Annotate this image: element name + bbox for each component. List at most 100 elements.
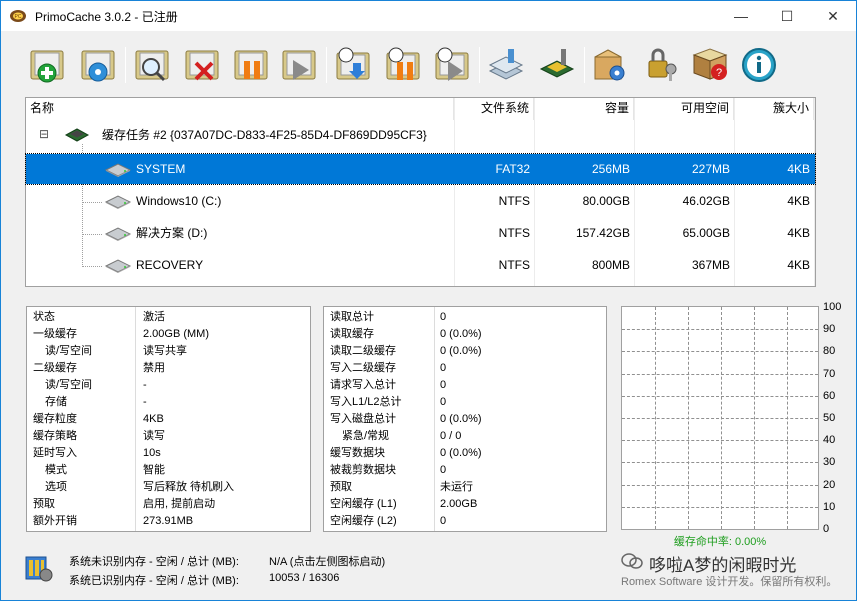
graph-gridline xyxy=(622,506,818,508)
graph-gridline xyxy=(622,462,818,464)
load-cache-button[interactable] xyxy=(333,45,373,85)
package-settings-button[interactable] xyxy=(589,45,629,85)
title-bar[interactable]: PC PrimoCache 3.0.2 - 已注册 — ☐ ✕ xyxy=(1,1,856,31)
resume-task-button[interactable] xyxy=(279,45,319,85)
stat-row: 读取总计 0 xyxy=(324,309,606,326)
stat-label: 读取总计 xyxy=(330,311,374,323)
drive-filesystem: NTFS xyxy=(498,258,530,272)
statistics-button[interactable] xyxy=(132,45,172,85)
load-cache-icon xyxy=(336,47,370,80)
pause-task-button[interactable] xyxy=(231,45,271,85)
y-tick-label: 10 xyxy=(823,500,836,513)
info-icon xyxy=(742,48,776,82)
stat-row: 写入磁盘总计 0 (0.0%) xyxy=(324,411,606,428)
stat-value: 未运行 xyxy=(440,481,473,493)
keys-button[interactable] xyxy=(641,45,681,85)
tree-header: 名称 文件系统 容量 可用空间 簇大小 xyxy=(26,98,815,120)
graph-gridline xyxy=(787,307,788,529)
graph-gridline xyxy=(622,418,818,419)
graph-gridline xyxy=(688,307,689,529)
maximize-button[interactable]: ☐ xyxy=(764,1,810,31)
stat-row: 读取缓存 0 (0.0%) xyxy=(324,326,606,343)
stat-label: 状态 xyxy=(33,311,55,323)
pause-all-icon xyxy=(386,47,420,80)
drive-row[interactable]: 解决方案 (D:) NTFS 157.42GB 65.00GB 4KB xyxy=(26,218,815,248)
stat-row: 被裁剪数据块 0 xyxy=(324,462,606,479)
minimize-button[interactable]: — xyxy=(718,1,764,31)
keys-icon xyxy=(648,48,677,81)
stat-label: 被裁剪数据块 xyxy=(330,464,396,476)
hit-rate-label: 缓存命中率: 0.00% xyxy=(673,536,767,548)
cache-settings-button[interactable] xyxy=(78,45,118,85)
stat-value: 0 (0.0%) xyxy=(440,345,482,357)
column-header-name[interactable]: 名称 xyxy=(26,98,454,120)
drive-cluster-size: 4KB xyxy=(787,226,810,240)
chip-tools-icon xyxy=(539,49,575,78)
stat-value: 智能 xyxy=(143,464,165,476)
stat-label: 延时写入 xyxy=(33,447,77,459)
stat-row: 存储 - xyxy=(27,394,310,411)
resume-all-icon xyxy=(435,47,469,81)
pause-all-button[interactable] xyxy=(383,45,423,85)
y-tick-label: 40 xyxy=(823,434,836,447)
stat-row: 模式 智能 xyxy=(27,462,310,479)
drive-row[interactable]: RECOVERY NTFS 800MB 367MB 4KB xyxy=(26,250,815,280)
y-tick-label: 60 xyxy=(823,389,836,402)
stat-value: 0 (0.0%) xyxy=(440,413,482,425)
cache-config-panel: 状态 激活 一级缓存 2.00GB (MM) 读/写空间 读写共享 二级缓存 禁用 读/写空间 -… xyxy=(26,306,311,532)
stat-row: 缓写数据块 0 (0.0%) xyxy=(324,445,606,462)
chip-tools-button[interactable] xyxy=(537,45,577,85)
drive-capacity: 800MB xyxy=(591,258,630,272)
resume-all-button[interactable] xyxy=(432,45,472,85)
graph-gridline xyxy=(622,329,818,331)
drive-row[interactable]: SYSTEM FAT32 256MB 227MB 4KB xyxy=(25,153,816,185)
recognized-memory-label: 系统已识别内存 - 空闲 / 总计 (MB): xyxy=(69,575,239,587)
y-tick-label: 80 xyxy=(823,345,836,358)
drive-capacity: 80.00GB xyxy=(582,194,630,208)
info-button[interactable] xyxy=(739,45,779,85)
cache-task-tree[interactable]: 名称 文件系统 容量 可用空间 簇大小 ⊟ 缓存任务 #2 {037A07DC-… xyxy=(25,97,816,287)
stat-label: 二级缓存 xyxy=(33,362,77,374)
graph-gridline xyxy=(622,440,818,442)
unrecognized-memory-label: 系统未识别内存 - 空闲 / 总计 (MB): xyxy=(69,556,239,568)
graph-gridline xyxy=(622,373,818,375)
drive-capacity: 157.42GB xyxy=(575,226,630,240)
drive-cluster-size: 4KB xyxy=(787,162,810,176)
new-cache-task-button[interactable] xyxy=(27,45,67,85)
delete-task-icon xyxy=(185,50,219,81)
stat-row: 写入L1/L2总计 0 xyxy=(324,394,606,411)
y-tick-label: 90 xyxy=(823,323,836,336)
stat-value: 0 (0.0%) xyxy=(440,447,482,459)
drive-cluster-size: 4KB xyxy=(787,194,810,208)
drive-free-space: 367MB xyxy=(691,258,730,272)
hit-rate-graph xyxy=(621,306,819,530)
drive-free-space: 46.02GB xyxy=(682,194,730,208)
toolbar: ? xyxy=(1,31,856,93)
graph-gridline xyxy=(754,307,755,529)
drive-icon xyxy=(104,225,132,244)
column-header-free-space[interactable]: 可用空间 xyxy=(634,98,734,120)
graph-gridline xyxy=(622,395,818,397)
stat-value: - xyxy=(143,396,147,408)
drive-filesystem: NTFS xyxy=(498,226,530,240)
collapse-toggle[interactable]: ⊟ xyxy=(39,127,49,141)
stat-label: 写入磁盘总计 xyxy=(330,413,396,425)
help-book-button[interactable]: ? xyxy=(690,45,730,85)
memory-status-icon[interactable] xyxy=(23,553,53,586)
close-button[interactable]: ✕ xyxy=(810,1,856,31)
column-header-cluster-size[interactable]: 簇大小 xyxy=(734,98,814,120)
stat-value: 读写共享 xyxy=(143,345,187,357)
drive-icon xyxy=(104,257,132,276)
drives-button[interactable] xyxy=(486,45,526,85)
stat-value: 写后释放 待机刷入 xyxy=(143,481,235,493)
column-header-capacity[interactable]: 容量 xyxy=(534,98,634,120)
stat-value: 4KB xyxy=(143,413,164,425)
delete-task-button[interactable] xyxy=(182,45,222,85)
column-header-filesystem[interactable]: 文件系统 xyxy=(454,98,534,120)
stat-label: 一级缓存 xyxy=(33,328,77,340)
stat-label: 读/写空间 xyxy=(45,379,93,391)
drive-row[interactable]: Windows10 (C:) NTFS 80.00GB 46.02GB 4KB xyxy=(26,186,815,216)
drive-free-space: 65.00GB xyxy=(682,226,730,240)
stat-label: 预取 xyxy=(33,498,55,510)
stat-label: 缓存策略 xyxy=(33,430,77,442)
